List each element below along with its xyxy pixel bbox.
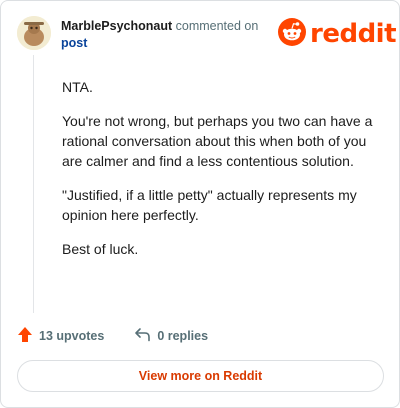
comment-paragraph: Best of luck. bbox=[62, 241, 139, 257]
reddit-wordmark: reddit bbox=[310, 19, 397, 49]
comment-paragraph: You're not wrong, but perhaps you two ca… bbox=[62, 113, 373, 169]
upvote-count: 13 upvotes bbox=[39, 329, 105, 343]
comment-header: MarblePsychonaut commented on post bbox=[61, 18, 271, 52]
reply-count: 0 replies bbox=[157, 329, 209, 343]
upvote-button[interactable]: 13 upvotes bbox=[17, 326, 104, 346]
view-more-button[interactable]: View more on Reddit bbox=[17, 360, 384, 392]
reply-arrow-icon bbox=[134, 327, 157, 345]
comment-body: NTA. You're not wrong, but perhaps you t… bbox=[62, 77, 384, 273]
reddit-logo[interactable]: reddit bbox=[278, 17, 397, 51]
username-link[interactable]: MarblePsychonaut bbox=[61, 19, 172, 33]
comment-embed-card: MarblePsychonaut commented on post reddi… bbox=[0, 0, 400, 408]
upvote-arrow-icon bbox=[17, 326, 39, 346]
comment-paragraph: NTA. bbox=[62, 79, 93, 95]
thread-line bbox=[33, 55, 34, 313]
comment-footer: 13 upvotes 0 replies bbox=[17, 327, 208, 345]
reddit-alien-icon bbox=[278, 17, 306, 51]
replies-button[interactable]: 0 replies bbox=[134, 327, 208, 345]
action-text: commented on bbox=[175, 19, 259, 33]
user-avatar[interactable] bbox=[17, 16, 51, 50]
comment-paragraph: "Justified, if a little petty" actually … bbox=[62, 187, 357, 223]
post-link[interactable]: post bbox=[61, 35, 271, 52]
